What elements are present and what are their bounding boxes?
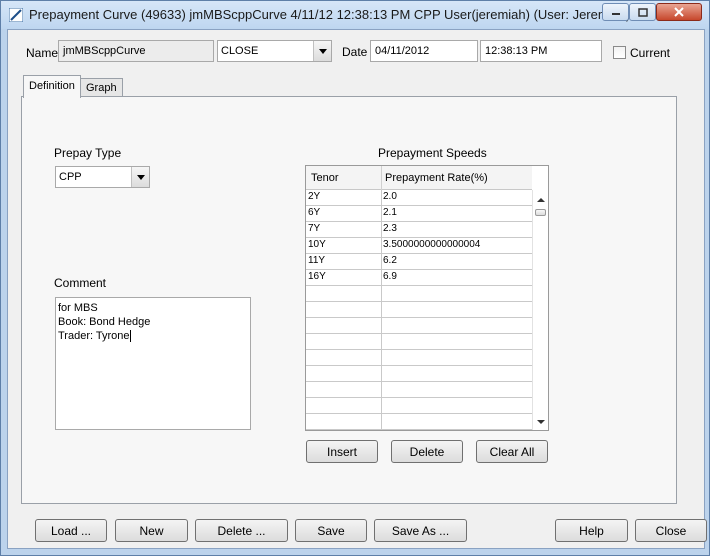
column-header-rate[interactable]: Prepayment Rate(%): [385, 172, 488, 184]
comment-line-3-text: Trader: Tyrone: [58, 330, 130, 342]
empty-table-row[interactable]: [306, 350, 532, 366]
help-button[interactable]: Help: [555, 519, 628, 542]
tab-definition[interactable]: Definition: [23, 75, 81, 98]
save-button[interactable]: Save: [295, 519, 367, 542]
rate-cell[interactable]: 3.5000000000000004: [383, 239, 480, 250]
current-label: Current: [630, 46, 671, 60]
tenor-cell[interactable]: 2Y: [308, 191, 320, 202]
empty-table-row[interactable]: [306, 334, 532, 350]
comment-line-3: Trader: Tyrone: [58, 329, 248, 343]
type-select-arrow[interactable]: [313, 41, 331, 61]
empty-table-row[interactable]: [306, 382, 532, 398]
minimize-button[interactable]: [602, 3, 629, 21]
delete-row-button[interactable]: Delete: [391, 440, 463, 463]
comment-line-2: Book: Bond Hedge: [58, 316, 151, 328]
comment-textarea[interactable]: for MBS Book: Bond Hedge Trader: Tyrone: [55, 297, 251, 430]
maximize-icon: [637, 7, 648, 17]
type-select[interactable]: CLOSE: [217, 40, 332, 62]
empty-table-row[interactable]: [306, 398, 532, 414]
text-caret: [129, 330, 131, 343]
table-row[interactable]: 11Y 6.2: [306, 254, 532, 270]
tab-graph[interactable]: Graph: [80, 78, 123, 96]
column-header-tenor[interactable]: Tenor: [311, 172, 339, 184]
table-scrollbar[interactable]: [532, 190, 548, 430]
title-bar[interactable]: Prepayment Curve (49633) jmMBScppCurve 4…: [1, 1, 709, 29]
tenor-cell[interactable]: 10Y: [308, 239, 326, 250]
tenor-cell[interactable]: 16Y: [308, 271, 326, 282]
table-header: Tenor Prepayment Rate(%): [306, 166, 532, 190]
empty-table-row[interactable]: [306, 318, 532, 334]
prepayment-curve-window: Prepayment Curve (49633) jmMBScppCurve 4…: [0, 0, 710, 556]
type-select-value: CLOSE: [221, 45, 259, 57]
comment-line-1: for MBS: [58, 302, 98, 314]
column-divider: [381, 166, 382, 190]
rate-cell[interactable]: 2.1: [383, 207, 397, 218]
empty-table-row[interactable]: [306, 414, 532, 430]
prepay-type-value: CPP: [59, 171, 82, 183]
tenor-cell[interactable]: 6Y: [308, 207, 320, 218]
save-as-button[interactable]: Save As ...: [374, 519, 467, 542]
column-separator: [381, 190, 382, 430]
scroll-up-icon[interactable]: [537, 198, 545, 202]
current-checkbox[interactable]: [613, 46, 626, 59]
chevron-down-icon: [318, 48, 327, 54]
table-row[interactable]: 7Y 2.3: [306, 222, 532, 238]
new-button[interactable]: New: [115, 519, 188, 542]
rate-cell[interactable]: 2.3: [383, 223, 397, 234]
minimize-icon: [611, 13, 620, 15]
chevron-down-icon: [136, 174, 145, 180]
name-label: Name: [26, 46, 59, 60]
tenor-cell[interactable]: 7Y: [308, 223, 320, 234]
table-row[interactable]: 6Y 2.1: [306, 206, 532, 222]
maximize-button[interactable]: [629, 3, 656, 21]
scroll-thumb[interactable]: [535, 209, 546, 216]
delete-button[interactable]: Delete ...: [195, 519, 288, 542]
date-field[interactable]: 04/11/2012: [370, 40, 478, 62]
tenor-cell[interactable]: 11Y: [308, 255, 325, 266]
app-curve-icon: [9, 8, 23, 22]
window-title: Prepayment Curve (49633) jmMBScppCurve 4…: [29, 7, 631, 22]
empty-table-row[interactable]: [306, 366, 532, 382]
comment-label: Comment: [54, 276, 107, 290]
table-body: 2Y 2.0 6Y 2.1 7Y 2.3 10Y 3.5000000000000004 11Y 6…: [306, 190, 532, 430]
prepay-type-select[interactable]: CPP: [55, 166, 150, 188]
insert-button[interactable]: Insert: [306, 440, 378, 463]
close-window-button[interactable]: [656, 3, 702, 21]
prepayment-speeds-label: Prepayment Speeds: [378, 146, 487, 160]
rate-cell[interactable]: 6.2: [383, 255, 397, 266]
table-row[interactable]: 2Y 2.0: [306, 190, 532, 206]
table-row[interactable]: 10Y 3.5000000000000004: [306, 238, 532, 254]
close-button[interactable]: Close: [635, 519, 707, 542]
prepayment-speeds-table[interactable]: Tenor Prepayment Rate(%) 2Y 2.0 6Y 2.1 7Y 2.3…: [305, 165, 549, 431]
name-field[interactable]: jmMBScppCurve: [58, 40, 214, 62]
load-button[interactable]: Load ...: [35, 519, 107, 542]
prepay-type-arrow[interactable]: [131, 167, 149, 187]
clear-all-button[interactable]: Clear All: [476, 440, 548, 463]
empty-table-row[interactable]: [306, 286, 532, 302]
date-label: Date: [342, 45, 368, 59]
time-field[interactable]: 12:38:13 PM: [480, 40, 602, 62]
table-row[interactable]: 16Y 6.9: [306, 270, 532, 286]
prepay-type-label: Prepay Type: [54, 146, 122, 160]
close-icon: [674, 7, 684, 17]
empty-table-row[interactable]: [306, 302, 532, 318]
scroll-down-icon[interactable]: [537, 420, 545, 424]
rate-cell[interactable]: 2.0: [383, 191, 397, 202]
rate-cell[interactable]: 6.9: [383, 271, 397, 282]
